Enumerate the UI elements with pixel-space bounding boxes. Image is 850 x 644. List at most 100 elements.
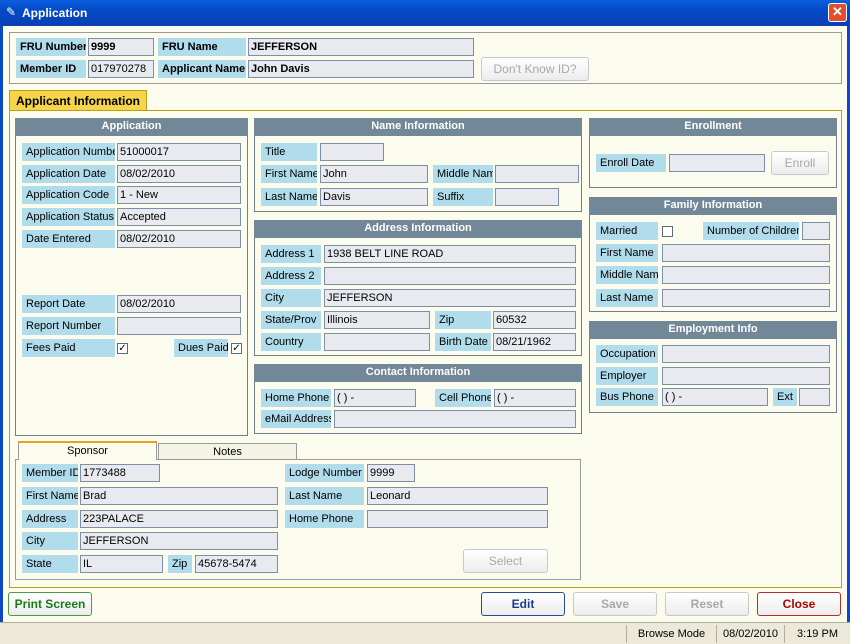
state-prov-field[interactable]: Illinois: [324, 311, 430, 329]
middle-name-label: Middle Name: [433, 165, 493, 183]
report-number-field[interactable]: [117, 317, 241, 335]
last-name-label: Last Name: [261, 188, 317, 206]
fru-name-label: FRU Name: [158, 38, 246, 56]
title-bar[interactable]: ✎ Application ✕: [0, 0, 850, 26]
sponsor-member-id-label: Member ID: [22, 464, 78, 482]
print-screen-button[interactable]: Print Screen: [8, 592, 92, 616]
suffix-label: Suffix: [433, 188, 493, 206]
application-section-header: Application: [15, 118, 248, 136]
title-field[interactable]: [320, 143, 384, 161]
middle-name-field[interactable]: [495, 165, 579, 183]
edit-button[interactable]: Edit: [481, 592, 565, 616]
application-status-field[interactable]: Accepted: [117, 208, 241, 226]
ext-label: Ext: [773, 388, 797, 406]
suffix-field[interactable]: [495, 188, 559, 206]
ext-field[interactable]: [799, 388, 830, 406]
app-icon: ✎: [5, 5, 17, 19]
applicant-name-label: Applicant Name: [158, 60, 246, 78]
date-entered-field[interactable]: 08/02/2010: [117, 230, 241, 248]
first-name-field[interactable]: John: [320, 165, 428, 183]
address2-label: Address 2: [261, 267, 321, 285]
sponsor-address-field[interactable]: 223PALACE: [80, 510, 278, 528]
member-id-label: Member ID: [16, 60, 86, 78]
application-code-field[interactable]: 1 - New: [117, 186, 241, 204]
address1-label: Address 1: [261, 245, 321, 263]
report-date-field[interactable]: 08/02/2010: [117, 295, 241, 313]
status-bar: Browse Mode 08/02/2010 3:19 PM: [0, 622, 850, 644]
save-button[interactable]: Save: [573, 592, 657, 616]
select-sponsor-button[interactable]: Select: [463, 549, 548, 573]
lodge-number-field[interactable]: 9999: [367, 464, 415, 482]
address2-field[interactable]: [324, 267, 576, 285]
application-number-label: Application Number: [22, 143, 115, 161]
status-time: 3:19 PM: [784, 625, 850, 643]
home-phone-field[interactable]: ( ) -: [334, 389, 416, 407]
enroll-button[interactable]: Enroll: [771, 151, 829, 175]
name-information-header: Name Information: [254, 118, 582, 136]
employer-label: Employer: [596, 367, 658, 385]
report-number-label: Report Number: [22, 317, 115, 335]
cell-phone-field[interactable]: ( ) -: [494, 389, 576, 407]
tab-notes[interactable]: Notes: [158, 443, 297, 460]
close-button[interactable]: Close: [757, 592, 841, 616]
report-date-label: Report Date: [22, 295, 115, 313]
fru-number-label: FRU Number: [16, 38, 86, 56]
family-information-header: Family Information: [589, 197, 837, 215]
tab-sponsor[interactable]: Sponsor: [18, 441, 157, 460]
member-id-field[interactable]: 017970278: [88, 60, 154, 78]
fru-number-field[interactable]: 9999: [88, 38, 154, 56]
application-code-label: Application Code: [22, 186, 115, 204]
dont-know-id-button[interactable]: Don't Know ID?: [481, 57, 589, 81]
application-date-field[interactable]: 08/02/2010: [117, 165, 241, 183]
city-field[interactable]: JEFFERSON: [324, 289, 576, 307]
window-title: Application: [22, 6, 88, 20]
sponsor-state-field[interactable]: IL: [80, 555, 163, 573]
married-checkbox[interactable]: [662, 226, 673, 237]
sponsor-home-phone-label: Home Phone: [285, 510, 364, 528]
enroll-date-field[interactable]: [669, 154, 765, 172]
family-last-name-field[interactable]: [662, 289, 830, 307]
address1-field[interactable]: 1938 BELT LINE ROAD: [324, 245, 576, 263]
occupation-field[interactable]: [662, 345, 830, 363]
sponsor-home-phone-field[interactable]: [367, 510, 548, 528]
number-of-children-field[interactable]: [802, 222, 830, 240]
sponsor-first-name-field[interactable]: Brad: [80, 487, 278, 505]
number-of-children-label: Number of Children: [703, 222, 799, 240]
occupation-label: Occupation: [596, 345, 658, 363]
sponsor-last-name-field[interactable]: Leonard: [367, 487, 548, 505]
dues-paid-checkbox[interactable]: ✓: [231, 343, 242, 354]
email-field[interactable]: [334, 410, 576, 428]
last-name-field[interactable]: Davis: [320, 188, 428, 206]
bus-phone-field[interactable]: ( ) -: [662, 388, 768, 406]
sponsor-first-name-label: First Name: [22, 487, 78, 505]
status-date: 08/02/2010: [716, 625, 784, 643]
tab-applicant-information[interactable]: Applicant Information: [9, 90, 147, 111]
fees-paid-checkbox[interactable]: ✓: [117, 343, 128, 354]
birth-date-field[interactable]: 08/21/1962: [493, 333, 576, 351]
family-first-name-label: First Name: [596, 244, 658, 262]
reset-button[interactable]: Reset: [665, 592, 749, 616]
birth-date-label: Birth Date: [435, 333, 491, 351]
zip-field[interactable]: 60532: [493, 311, 576, 329]
sponsor-address-label: Address: [22, 510, 78, 528]
email-label: eMail Address: [261, 410, 331, 428]
country-field[interactable]: [324, 333, 430, 351]
home-phone-label: Home Phone: [261, 389, 331, 407]
sponsor-member-id-field[interactable]: 1773488: [80, 464, 160, 482]
zip-label: Zip: [435, 311, 491, 329]
sponsor-city-field[interactable]: JEFFERSON: [80, 532, 278, 550]
family-first-name-field[interactable]: [662, 244, 830, 262]
fru-name-field[interactable]: JEFFERSON: [248, 38, 474, 56]
contact-information-header: Contact Information: [254, 364, 582, 382]
family-last-name-label: Last Name: [596, 289, 658, 307]
close-window-button[interactable]: ✕: [828, 3, 847, 22]
family-middle-name-field[interactable]: [662, 266, 830, 284]
applicant-name-field[interactable]: John Davis: [248, 60, 474, 78]
application-status-label: Application Status: [22, 208, 115, 226]
application-number-field[interactable]: 51000017: [117, 143, 241, 161]
employer-field[interactable]: [662, 367, 830, 385]
sponsor-state-label: State: [22, 555, 78, 573]
sponsor-zip-field[interactable]: 45678-5474: [195, 555, 278, 573]
sponsor-city-label: City: [22, 532, 78, 550]
enrollment-header: Enrollment: [589, 118, 837, 136]
